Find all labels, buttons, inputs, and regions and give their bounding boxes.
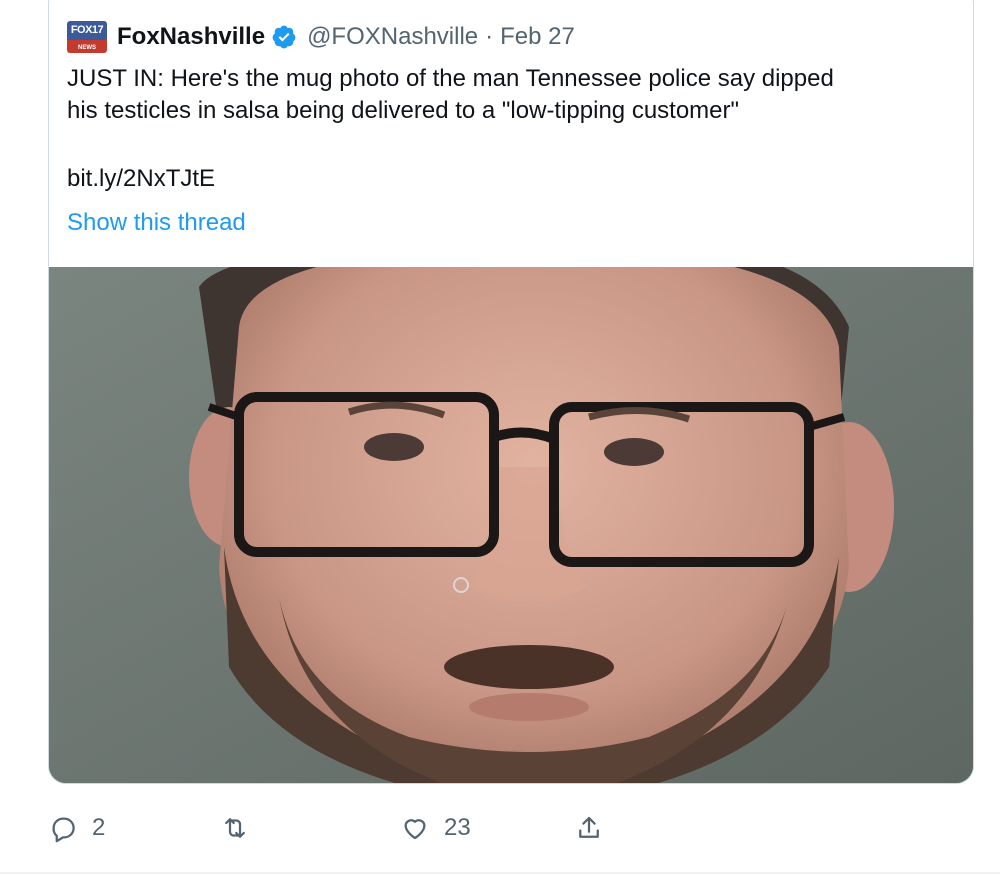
tweet-header: FOX17 NEWS FoxNashville @FOXNashville · … [67,17,575,57]
show-thread-link[interactable]: Show this thread [67,209,246,237]
tweet-photo[interactable] [49,267,973,783]
like-button[interactable]: 23 [400,808,471,848]
share-button[interactable] [574,808,604,848]
avatar-logo-subtext: NEWS [78,45,96,51]
separator-dot: · [485,23,494,50]
tweet-text: JUST IN: Here's the mug photo of the man… [67,65,834,124]
reply-icon [52,817,75,843]
tweet-date[interactable]: Feb 27 [500,23,575,51]
tweet-card[interactable]: FOX17 NEWS FoxNashville @FOXNashville · … [48,0,974,784]
retweet-button[interactable] [220,808,264,848]
display-name[interactable]: FoxNashville [117,23,265,51]
tweet-actions: 2 23 [48,800,974,860]
verified-badge-icon [272,25,296,49]
avatar[interactable]: FOX17 NEWS [67,21,107,53]
heart-icon [404,819,426,840]
avatar-logo-text: FOX17 [70,24,104,36]
reply-count: 2 [92,814,106,841]
divider [0,872,1000,874]
retweet-icon [225,818,245,838]
reply-button[interactable]: 2 [48,808,105,848]
tweet-link[interactable]: bit.ly/2NxTJtE [67,165,215,193]
like-count: 23 [444,814,471,841]
share-icon [579,816,599,838]
handle[interactable]: @FOXNashville [307,23,478,51]
mugshot-image [49,267,973,783]
